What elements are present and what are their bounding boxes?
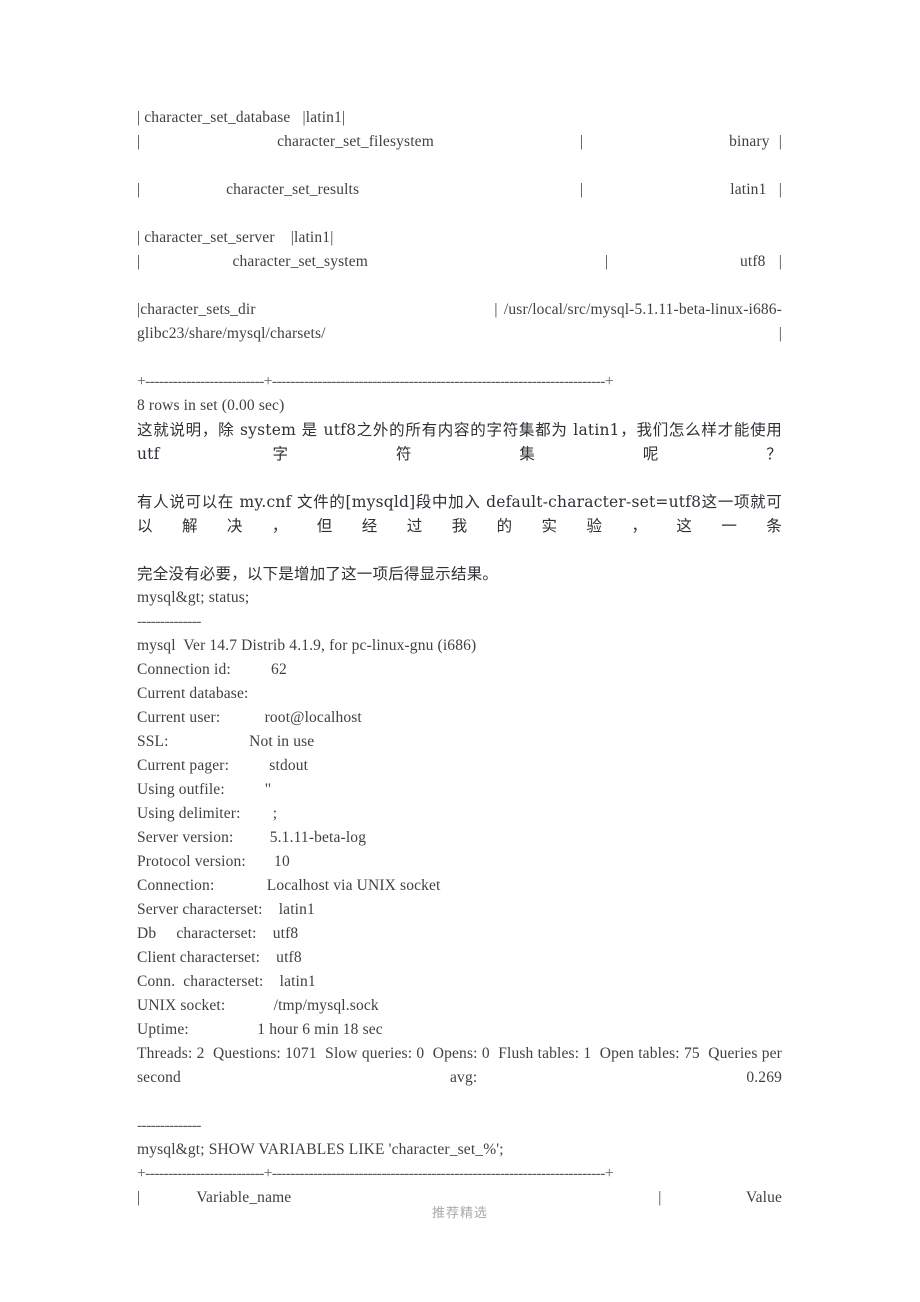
- status-using-delimiter: Using delimiter: ;: [137, 805, 278, 822]
- row-character-sets-dir: |character_sets_dir | /usr/local/src/mys…: [137, 301, 782, 342]
- row-character-set-results: | character_set_results | latin1 |: [137, 181, 782, 198]
- status-uptime: Uptime: 1 hour 6 min 18 sec: [137, 1021, 383, 1038]
- status-connection: Connection: Localhost via UNIX socket: [137, 877, 441, 894]
- status-counters: Threads: 2 Questions: 1071 Slow queries:…: [137, 1045, 787, 1086]
- row-character-set-system: | character_set_system | utf8 |: [137, 253, 782, 270]
- status-version-banner: mysql Ver 14.7 Distrib 4.1.9, for pc-lin…: [137, 637, 477, 654]
- line-rows-in-set: 8 rows in set (0.00 sec): [137, 397, 285, 414]
- document-text-body: | character_set_database |latin1| | chara…: [137, 106, 782, 1234]
- para-mycnf-advice: 有人说可以在 my.cnf 文件的[mysqld]段中加入 default-ch…: [137, 493, 782, 535]
- status-unix-socket: UNIX socket: /tmp/mysql.sock: [137, 997, 379, 1014]
- rule-status-top: --------------: [137, 613, 201, 630]
- status-connection-id: Connection id: 62: [137, 661, 287, 678]
- status-ssl: SSL: Not in use: [137, 733, 315, 750]
- rule-top-separator: +--------------------------+------------…: [137, 373, 614, 390]
- para-explain-charsets: 这就说明，除 system 是 utf8之外的所有内容的字符集都为 latin1…: [137, 421, 788, 463]
- status-protocol-version: Protocol version: 10: [137, 853, 290, 870]
- prompt-show-variables: mysql&gt; SHOW VARIABLES LIKE 'character…: [137, 1141, 504, 1158]
- document-page: | character_set_database |latin1| | chara…: [0, 0, 920, 1302]
- prompt-status: mysql&gt; status;: [137, 589, 250, 606]
- page-watermark: 推荐精选: [431, 1206, 488, 1221]
- para-no-need: 完全没有必要，以下是增加了这一项后得显示结果。: [137, 565, 499, 583]
- status-using-outfile: Using outfile: '': [137, 781, 271, 798]
- row-character-set-filesystem: | character_set_filesystem | binary |: [137, 133, 782, 150]
- status-server-version: Server version: 5.1.11-beta-log: [137, 829, 367, 846]
- status-client-characterset: Client characterset: utf8: [137, 949, 302, 966]
- rule-bottom-separator: +--------------------------+------------…: [137, 1165, 614, 1182]
- status-current-pager: Current pager: stdout: [137, 757, 309, 774]
- status-conn-characterset: Conn. characterset: latin1: [137, 973, 316, 990]
- row-character-set-server: | character_set_server |latin1|: [137, 229, 334, 246]
- row-character-set-database: | character_set_database |latin1|: [137, 109, 346, 126]
- status-server-characterset: Server characterset: latin1: [137, 901, 315, 918]
- rule-status-bottom: --------------: [137, 1117, 201, 1134]
- status-current-user: Current user: root@localhost: [137, 709, 362, 726]
- status-db-characterset: Db characterset: utf8: [137, 925, 299, 942]
- status-current-database: Current database:: [137, 685, 249, 702]
